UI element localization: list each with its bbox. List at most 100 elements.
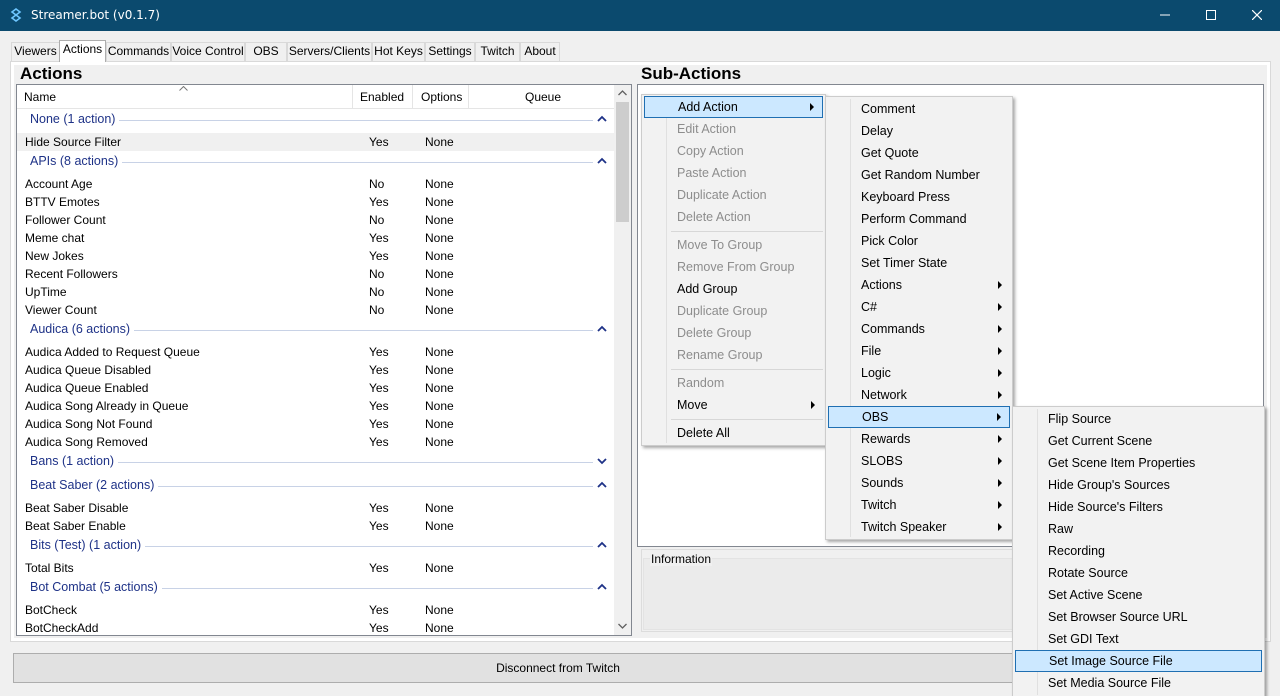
add-action-item-c[interactable]: C# xyxy=(828,296,1010,318)
obs-item-set-image-source-file[interactable]: Set Image Source File xyxy=(1015,650,1262,672)
menu-item-move[interactable]: Move xyxy=(644,394,823,416)
column-enabled[interactable]: Enabled xyxy=(353,85,413,109)
action-name: Audica Queue Disabled xyxy=(25,363,152,377)
action-enabled: Yes xyxy=(369,561,389,575)
tab-voice-control[interactable]: Voice Control xyxy=(171,42,245,61)
add-action-item-file[interactable]: File xyxy=(828,340,1010,362)
tab-actions[interactable]: Actions xyxy=(59,40,106,62)
add-action-item-sounds[interactable]: Sounds xyxy=(828,472,1010,494)
menu-item-label: Hide Group's Sources xyxy=(1048,478,1170,492)
add-action-item-set-timer-state[interactable]: Set Timer State xyxy=(828,252,1010,274)
list-item[interactable]: BotCheck Yes None xyxy=(17,601,615,619)
group-header[interactable]: APIs (8 actions) xyxy=(17,151,615,175)
group-header[interactable]: None (1 action) xyxy=(17,109,615,133)
add-action-item-network[interactable]: Network xyxy=(828,384,1010,406)
list-item[interactable]: Viewer Count No None xyxy=(17,301,615,319)
tab-settings[interactable]: Settings xyxy=(425,42,475,61)
add-action-item-obs[interactable]: OBS xyxy=(828,406,1010,428)
list-item[interactable]: Audica Queue Disabled Yes None xyxy=(17,361,615,379)
menu-item-add-group[interactable]: Add Group xyxy=(644,278,823,300)
list-item[interactable]: Audica Song Removed Yes None xyxy=(17,433,615,451)
add-action-item-logic[interactable]: Logic xyxy=(828,362,1010,384)
collapse-chevron-icon[interactable] xyxy=(597,480,607,490)
action-options: None xyxy=(425,381,454,395)
collapse-chevron-icon[interactable] xyxy=(597,324,607,334)
minimize-button[interactable] xyxy=(1142,0,1188,31)
tab-twitch[interactable]: Twitch xyxy=(475,42,520,61)
obs-item-hide-source-s-filters[interactable]: Hide Source's Filters xyxy=(1015,496,1262,518)
actions-list[interactable]: Name Enabled Options Queue None (1 actio… xyxy=(16,84,632,636)
obs-item-set-browser-source-url[interactable]: Set Browser Source URL xyxy=(1015,606,1262,628)
add-action-item-pick-color[interactable]: Pick Color xyxy=(828,230,1010,252)
collapse-chevron-icon[interactable] xyxy=(597,156,607,166)
menu-item-delete-all[interactable]: Delete All xyxy=(644,422,823,444)
add-action-item-twitch[interactable]: Twitch xyxy=(828,494,1010,516)
close-button[interactable] xyxy=(1234,0,1280,31)
obs-item-get-scene-item-properties[interactable]: Get Scene Item Properties xyxy=(1015,452,1262,474)
list-item[interactable]: UpTime No None xyxy=(17,283,615,301)
obs-item-set-media-source-file[interactable]: Set Media Source File xyxy=(1015,672,1262,694)
tab-servers-clients[interactable]: Servers/Clients xyxy=(287,42,372,61)
tab-about[interactable]: About xyxy=(520,42,560,61)
obs-item-hide-group-s-sources[interactable]: Hide Group's Sources xyxy=(1015,474,1262,496)
list-item[interactable]: Beat Saber Enable Yes None xyxy=(17,517,615,535)
list-item[interactable]: Account Age No None xyxy=(17,175,615,193)
list-item[interactable]: Audica Song Not Found Yes None xyxy=(17,415,615,433)
add-action-item-get-random-number[interactable]: Get Random Number xyxy=(828,164,1010,186)
add-action-item-slobs[interactable]: SLOBS xyxy=(828,450,1010,472)
add-action-item-twitch-speaker[interactable]: Twitch Speaker xyxy=(828,516,1010,538)
scroll-up-icon[interactable] xyxy=(618,90,627,96)
list-item[interactable]: Follower Count No None xyxy=(17,211,615,229)
add-action-item-delay[interactable]: Delay xyxy=(828,120,1010,142)
group-header[interactable]: Bot Combat (5 actions) xyxy=(17,577,615,601)
menu-item-label: Set GDI Text xyxy=(1048,632,1119,646)
collapse-chevron-icon[interactable] xyxy=(597,114,607,124)
obs-item-get-current-scene[interactable]: Get Current Scene xyxy=(1015,430,1262,452)
obs-item-raw[interactable]: Raw xyxy=(1015,518,1262,540)
obs-item-set-active-scene[interactable]: Set Active Scene xyxy=(1015,584,1262,606)
add-action-item-perform-command[interactable]: Perform Command xyxy=(828,208,1010,230)
list-item[interactable]: BTTV Emotes Yes None xyxy=(17,193,615,211)
disconnect-twitch-button[interactable]: Disconnect from Twitch xyxy=(13,653,1103,683)
list-item[interactable]: Total Bits Yes None xyxy=(17,559,615,577)
collapse-chevron-icon[interactable] xyxy=(597,540,607,550)
list-item[interactable]: New Jokes Yes None xyxy=(17,247,615,265)
obs-item-flip-source[interactable]: Flip Source xyxy=(1015,408,1262,430)
list-item[interactable]: Meme chat Yes None xyxy=(17,229,615,247)
expand-chevron-icon[interactable] xyxy=(597,456,607,466)
add-action-item-commands[interactable]: Commands xyxy=(828,318,1010,340)
list-item[interactable]: Beat Saber Disable Yes None xyxy=(17,499,615,517)
group-header[interactable]: Audica (6 actions) xyxy=(17,319,615,343)
list-item[interactable]: BotCheckAdd Yes None xyxy=(17,619,615,635)
add-action-item-rewards[interactable]: Rewards xyxy=(828,428,1010,450)
action-options: None xyxy=(425,399,454,413)
list-item[interactable]: Hide Source Filter Yes None xyxy=(17,133,615,151)
group-header[interactable]: Bans (1 action) xyxy=(17,451,615,475)
list-item[interactable]: Audica Added to Request Queue Yes None xyxy=(17,343,615,361)
list-item[interactable]: Recent Followers No None xyxy=(17,265,615,283)
group-header[interactable]: Bits (Test) (1 action) xyxy=(17,535,615,559)
list-item[interactable]: Audica Queue Enabled Yes None xyxy=(17,379,615,397)
add-action-item-keyboard-press[interactable]: Keyboard Press xyxy=(828,186,1010,208)
obs-item-recording[interactable]: Recording xyxy=(1015,540,1262,562)
menu-item-add-action[interactable]: Add Action xyxy=(644,96,823,118)
collapse-chevron-icon[interactable] xyxy=(597,582,607,592)
add-action-item-comment[interactable]: Comment xyxy=(828,98,1010,120)
list-item[interactable]: Audica Song Already in Queue Yes None xyxy=(17,397,615,415)
tab-obs[interactable]: OBS xyxy=(245,42,287,61)
actions-list-scrollbar[interactable] xyxy=(614,85,631,635)
scroll-down-icon[interactable] xyxy=(618,623,627,629)
add-action-item-actions[interactable]: Actions xyxy=(828,274,1010,296)
tab-hot-keys[interactable]: Hot Keys xyxy=(372,42,425,61)
obs-item-rotate-source[interactable]: Rotate Source xyxy=(1015,562,1262,584)
column-queue[interactable]: Queue xyxy=(469,85,615,109)
tab-commands[interactable]: Commands xyxy=(106,42,171,61)
group-header[interactable]: Beat Saber (2 actions) xyxy=(17,475,615,499)
add-action-item-get-quote[interactable]: Get Quote xyxy=(828,142,1010,164)
scrollbar-thumb[interactable] xyxy=(616,102,629,222)
column-options[interactable]: Options xyxy=(413,85,469,109)
obs-item-set-gdi-text[interactable]: Set GDI Text xyxy=(1015,628,1262,650)
maximize-button[interactable] xyxy=(1188,0,1234,31)
action-name: Beat Saber Disable xyxy=(25,501,129,515)
tab-viewers[interactable]: Viewers xyxy=(11,42,60,61)
